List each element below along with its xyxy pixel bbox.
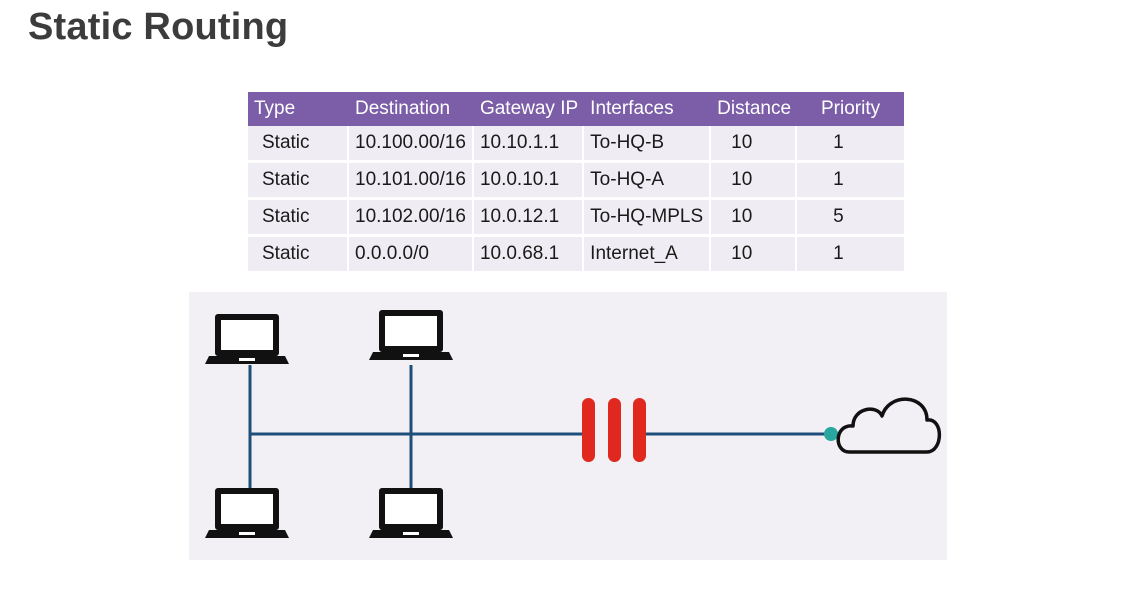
cell-priority: 1 [797,163,905,200]
laptop-icon[interactable] [369,310,453,360]
cell-type: Static [248,237,349,274]
column-header-destination[interactable]: Destination [349,92,474,126]
cell-gateway-ip: 10.0.68.1 [473,237,585,274]
cell-interface: Internet_A [584,237,712,274]
cell-distance: 10 [711,126,798,163]
cell-destination: 0.0.0.0/0 [349,237,474,274]
cell-priority: 1 [797,126,905,163]
laptop-icon[interactable] [205,314,289,364]
table-row[interactable]: Static 10.101.00/16 10.0.10.1 To-HQ-A 10… [248,163,905,200]
cell-gateway-ip: 10.0.10.1 [473,163,585,200]
cell-gateway-ip: 10.0.12.1 [473,200,585,237]
column-header-gateway-ip[interactable]: Gateway IP [473,92,585,126]
cell-interface: To-HQ-MPLS [584,200,712,237]
cell-priority: 5 [797,200,905,237]
column-header-distance[interactable]: Distance [711,92,798,126]
topology-svg [205,310,942,538]
cell-distance: 10 [711,237,798,274]
wan-endpoint-dot [824,427,838,441]
table-row[interactable]: Static 10.102.00/16 10.0.12.1 To-HQ-MPLS… [248,200,905,237]
table-row[interactable]: Static 0.0.0.0/0 10.0.68.1 Internet_A 10… [248,237,905,274]
column-header-priority[interactable]: Priority [797,92,905,126]
network-topology-diagram [189,292,947,560]
cell-distance: 10 [711,163,798,200]
cell-gateway-ip: 10.10.1.1 [473,126,585,163]
column-header-type[interactable]: Type [248,92,349,126]
cloud-icon[interactable] [836,397,942,454]
cell-destination: 10.101.00/16 [349,163,474,200]
cell-type: Static [248,163,349,200]
laptop-icon[interactable] [205,488,289,538]
laptop-icon[interactable] [369,488,453,538]
static-routes-table: Type Destination Gateway IP Interfaces D… [248,92,905,274]
page-title: Static Routing [28,6,289,48]
cell-priority: 1 [797,237,905,274]
cell-destination: 10.100.00/16 [349,126,474,163]
cell-type: Static [248,200,349,237]
cell-interface: To-HQ-A [584,163,712,200]
cell-distance: 10 [711,200,798,237]
firewall-icon[interactable] [582,398,646,462]
cell-destination: 10.102.00/16 [349,200,474,237]
cell-interface: To-HQ-B [584,126,712,163]
column-header-interfaces[interactable]: Interfaces [584,92,712,126]
table-header-row: Type Destination Gateway IP Interfaces D… [248,92,905,126]
table-row[interactable]: Static 10.100.00/16 10.10.1.1 To-HQ-B 10… [248,126,905,163]
cell-type: Static [248,126,349,163]
network-links [248,365,831,489]
